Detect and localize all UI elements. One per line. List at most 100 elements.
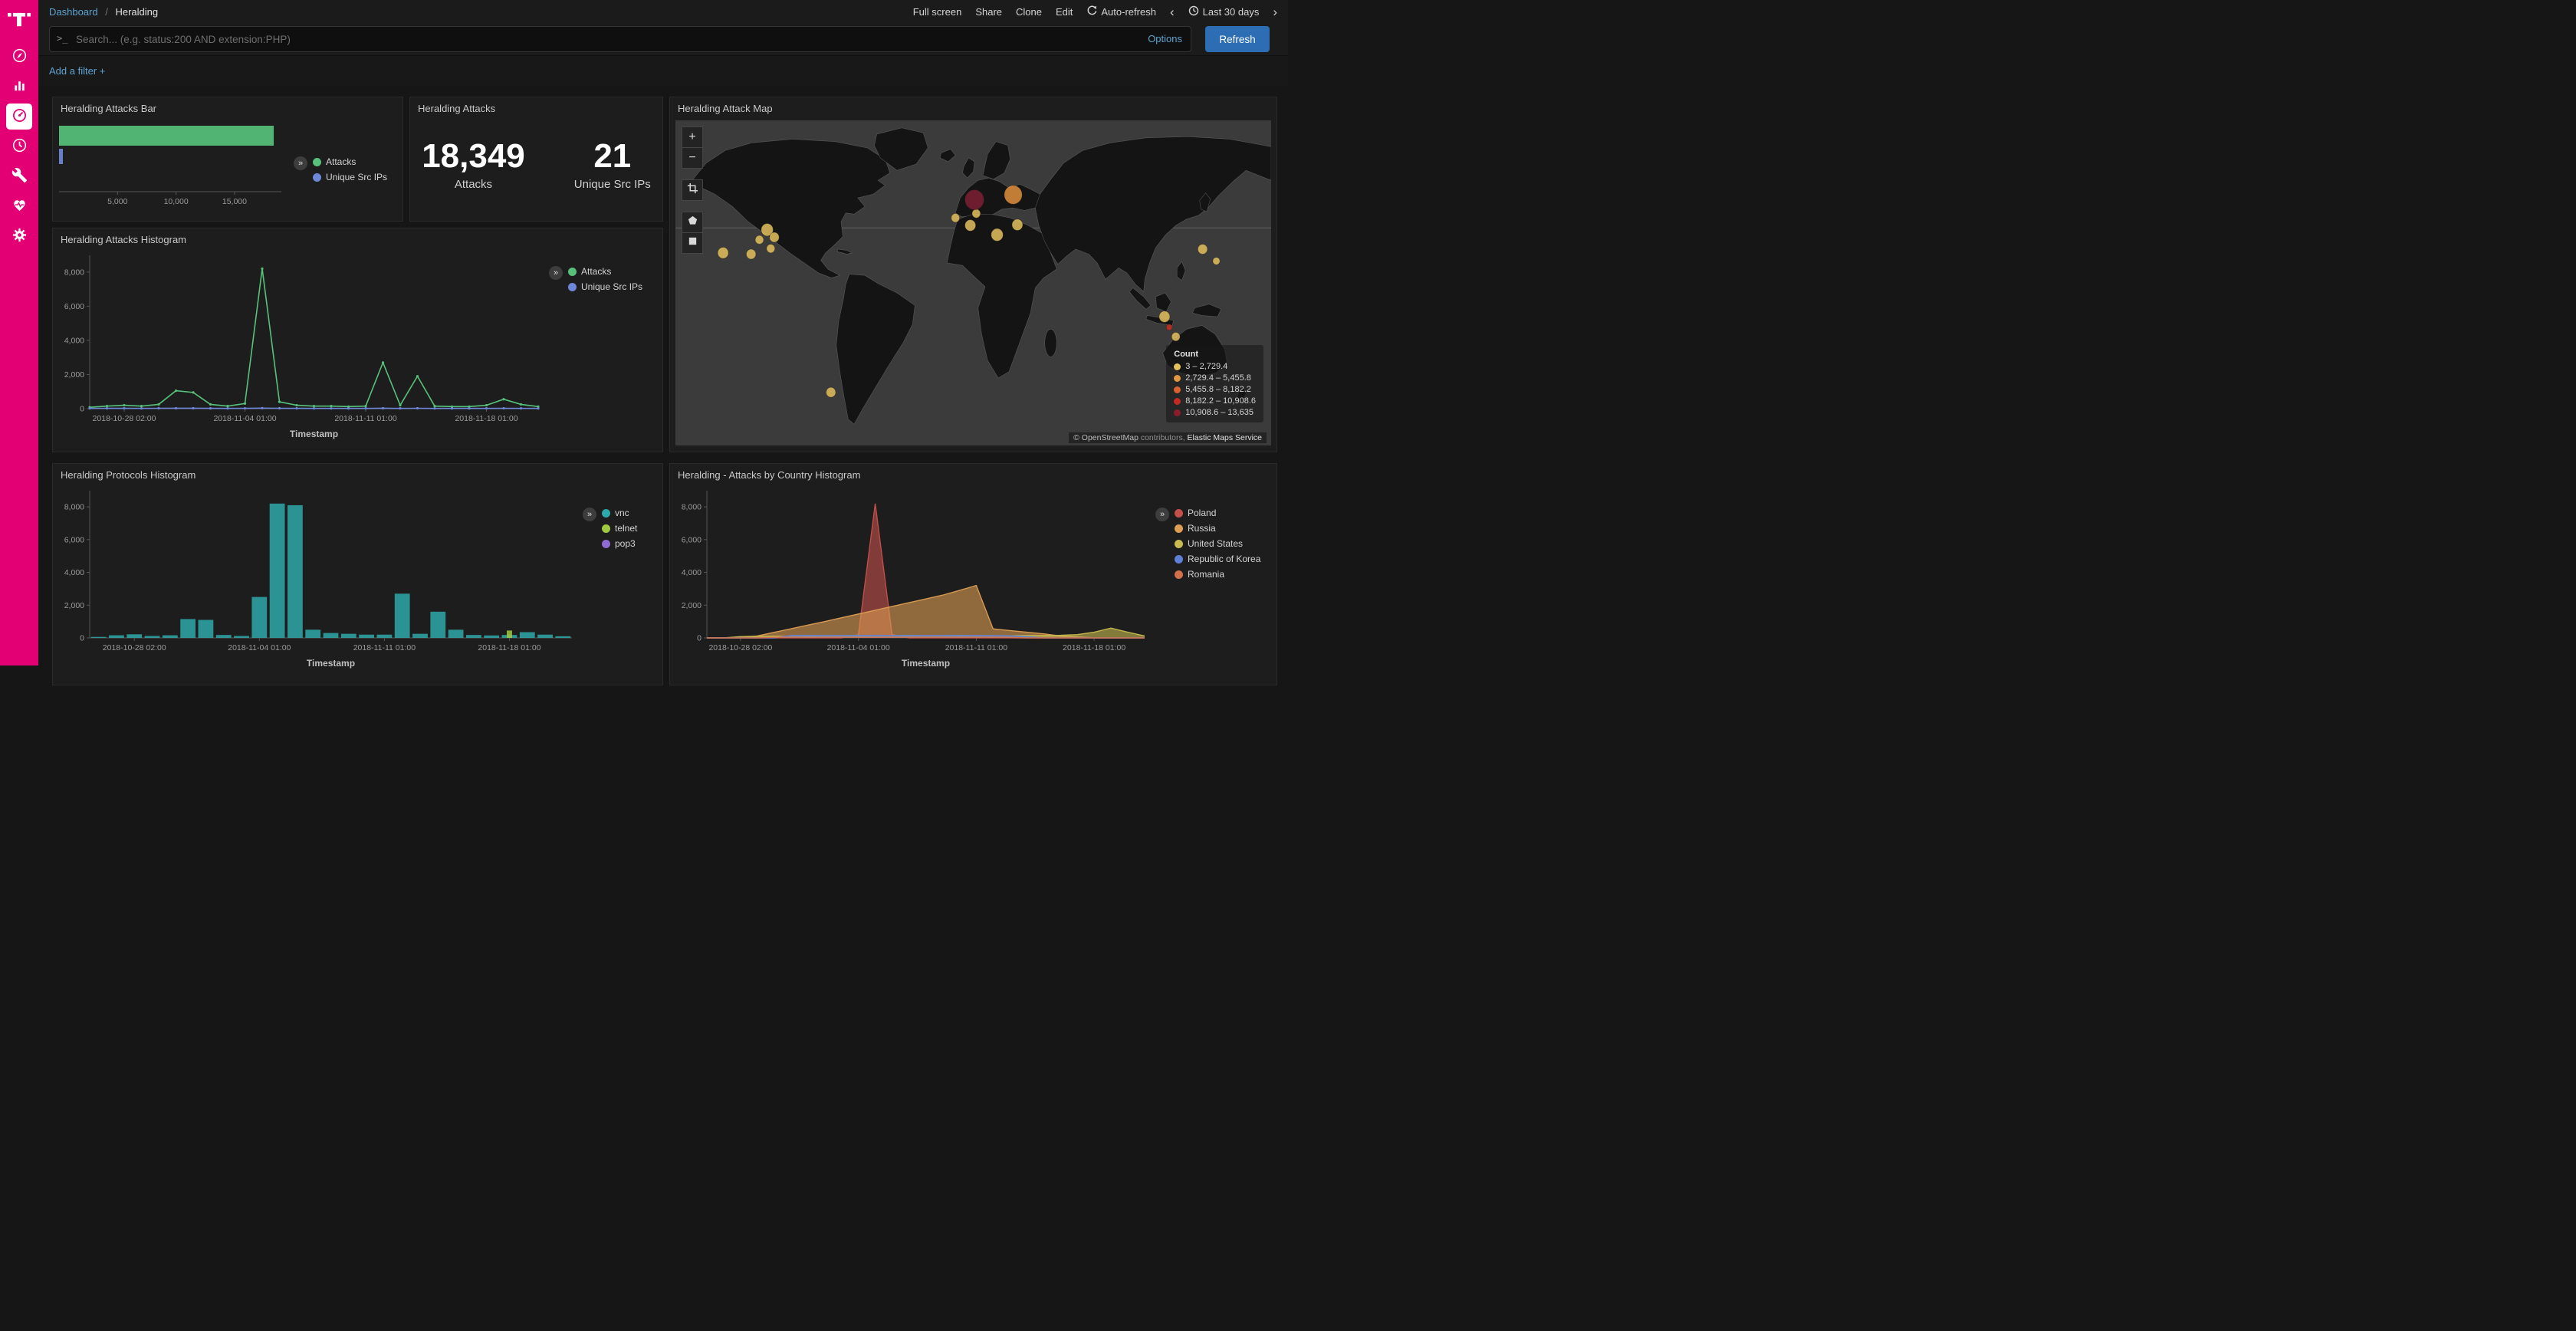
protocols_histogram-svg[interactable]: 02,0004,0006,0008,0002018-10-28 02:00201… [53,483,583,670]
breadcrumb-dashboard-link[interactable]: Dashboard [49,6,98,18]
panel-content: 02,0004,0006,0008,0002018-10-28 02:00201… [53,248,662,441]
legend-item[interactable]: Russia [1175,523,1260,534]
search-input[interactable] [49,26,1191,52]
legend-label: telnet [615,523,637,534]
svg-text:0: 0 [697,634,702,643]
attack-map-marker[interactable] [991,228,1004,241]
query-options-link[interactable]: Options [1148,33,1182,44]
add-filter-link[interactable]: Add a filter + [49,65,105,77]
attack-map-marker[interactable] [1159,311,1170,323]
legend-item[interactable]: Romania [1175,569,1260,580]
sidebar-item-visualize[interactable] [6,74,32,100]
kibana-dashboard: { "accent": {"magenta": "#e20074", "link… [0,0,1288,666]
legend-label: Poland [1188,508,1216,518]
legend-collapse-icon[interactable]: » [1155,508,1169,521]
share-button[interactable]: Share [975,6,1002,18]
legend-item[interactable]: Poland [1175,508,1260,518]
legend-collapse-icon[interactable]: » [294,156,307,170]
svg-text:2018-11-04 01:00: 2018-11-04 01:00 [228,643,291,652]
legend-swatch [313,158,321,166]
attack-map-marker[interactable] [1171,332,1180,340]
legend-label: 2,729.4 – 5,455.8 [1185,373,1251,383]
attacks_histogram-svg[interactable]: 02,0004,0006,0008,0002018-10-28 02:00201… [53,248,549,441]
attack-map-marker[interactable] [767,244,775,252]
svg-text:Timestamp: Timestamp [290,429,338,439]
zoom-out-button[interactable]: − [682,147,702,168]
legend-item[interactable]: Republic of Korea [1175,554,1260,564]
sidebar-item-management[interactable] [6,223,32,249]
legend-item[interactable]: Unique Src IPs [313,172,387,182]
attack-map-marker[interactable] [951,213,960,222]
sidebar-item-devtools[interactable] [6,163,32,189]
attack-map-marker[interactable] [718,248,728,259]
legend-swatch [602,524,610,533]
clock-icon [1188,5,1199,18]
attack-map-marker[interactable] [965,220,976,232]
attack-map-marker[interactable] [965,190,984,210]
legend-item[interactable]: Attacks [313,156,387,167]
edit-button[interactable]: Edit [1056,6,1073,18]
sidebar-item-discover[interactable] [6,44,32,70]
legend-item[interactable]: vnc [602,508,637,518]
sidebar-item-monitoring[interactable] [6,193,32,219]
legend-label: 10,908.6 – 13,635 [1185,408,1254,417]
legend-item[interactable]: Attacks [568,266,642,277]
legend-item[interactable]: pop3 [602,538,637,549]
full-screen-button[interactable]: Full screen [913,6,962,18]
panel-title[interactable]: Heralding Attacks Bar [53,97,402,117]
attack-map-marker[interactable] [1166,324,1172,330]
world-map[interactable]: + − [675,120,1271,445]
sidebar-item-timelion[interactable] [6,133,32,159]
map-toolbar: + − [682,127,703,254]
country-area-chart[interactable]: 02,0004,0006,0008,0002018-10-28 02:00201… [670,483,1155,670]
refresh-query-button[interactable]: Refresh [1205,26,1270,52]
attack-map-marker[interactable] [972,209,981,218]
osm-attribution[interactable]: © OpenStreetMap [1073,433,1138,442]
attacks_bar-svg[interactable]: 5,00010,00015,000 [53,117,294,212]
country_histogram-svg[interactable]: 02,0004,0006,0008,0002018-10-28 02:00201… [670,483,1155,670]
polygon-select-button[interactable] [682,212,702,232]
attack-map-marker[interactable] [770,232,779,242]
attacks-bar-chart[interactable]: 5,00010,00015,000 [53,117,294,212]
svg-text:2018-11-18 01:00: 2018-11-18 01:00 [1063,643,1125,652]
protocols-bar-chart[interactable]: 02,0004,0006,0008,0002018-10-28 02:00201… [53,483,583,670]
crop-icon [687,182,698,198]
panel-title[interactable]: Heralding - Attacks by Country Histogram [670,464,1276,483]
svg-text:2018-11-04 01:00: 2018-11-04 01:00 [827,643,890,652]
rectangle-select-button[interactable] [682,232,702,253]
svg-text:5,000: 5,000 [107,197,127,206]
legend-label: Republic of Korea [1188,554,1260,564]
panel-title[interactable]: Heralding Attacks [410,97,662,117]
attacks-line-chart[interactable]: 02,0004,0006,0008,0002018-10-28 02:00201… [53,248,549,441]
time-range-picker[interactable]: Last 30 days [1188,5,1260,18]
attack-map-marker[interactable] [1213,258,1220,265]
attack-map-marker[interactable] [755,235,764,244]
auto-refresh-button[interactable]: Auto-refresh [1086,5,1156,18]
zoom-in-button[interactable]: + [682,127,702,147]
attack-map-marker[interactable] [1012,219,1023,231]
svg-text:2018-11-04 01:00: 2018-11-04 01:00 [213,414,276,423]
fit-bounds-button[interactable] [682,179,703,201]
legend-item[interactable]: United States [1175,538,1260,549]
legend-collapse-icon[interactable]: » [583,508,596,521]
clone-button[interactable]: Clone [1016,6,1042,18]
metric-row: 18,349 Attacks 21 Unique Src IPs [410,117,662,191]
svg-text:8,000: 8,000 [64,503,84,512]
attack-map-marker[interactable] [1004,186,1022,204]
time-back-chevron[interactable]: ‹ [1170,5,1175,18]
svg-text:2018-11-11 01:00: 2018-11-11 01:00 [334,414,397,423]
legend-item[interactable]: telnet [602,523,637,534]
legend-item[interactable]: Unique Src IPs [568,281,642,292]
attack-map-marker[interactable] [826,387,836,397]
attack-map-marker[interactable] [746,249,755,259]
sidebar-item-dashboard[interactable] [6,104,32,130]
attack-map-marker[interactable] [1198,244,1207,254]
draw-tools [682,212,703,254]
legend-collapse-icon[interactable]: » [549,266,563,280]
panel-title[interactable]: Heralding Attack Map [670,97,1276,117]
panel-title[interactable]: Heralding Protocols Histogram [53,464,662,483]
time-forward-chevron[interactable]: › [1273,5,1277,18]
panel-title[interactable]: Heralding Attacks Histogram [53,228,662,248]
svg-text:8,000: 8,000 [64,268,84,277]
elastic-maps-link[interactable]: Elastic Maps Service [1188,433,1262,442]
